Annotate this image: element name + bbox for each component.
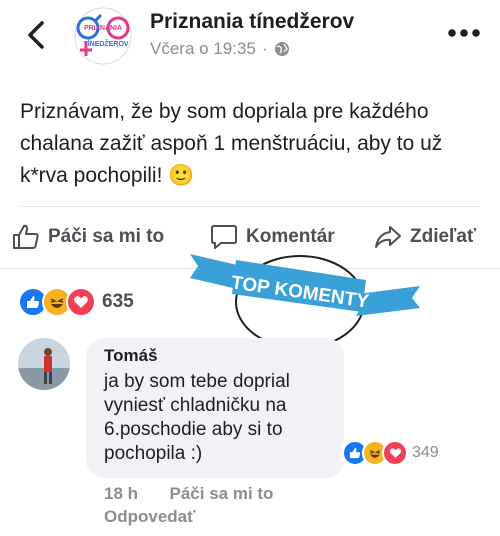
comment-love-reaction-icon	[382, 440, 408, 466]
comment-time: 18 h	[104, 484, 139, 503]
globe-icon	[274, 42, 289, 56]
comment-reply-link[interactable]: Odpovedať	[104, 507, 195, 527]
comment-reaction-count: 349	[412, 444, 439, 461]
comment-text: ja by som tebe doprial vyniesť chladničk…	[104, 371, 290, 464]
more-options-icon[interactable]	[444, 26, 484, 40]
post-meta: Včera o 19:35 ·	[150, 39, 290, 59]
meta-dot: ·	[261, 39, 268, 58]
page-logo-text-bottom: TÍNEDŽEROV	[83, 39, 128, 48]
post-text: Priznávam, že by som dopriala pre každéh…	[20, 100, 443, 187]
page-logo-text-top: PRIZNANIA	[84, 25, 122, 32]
commenter-avatar[interactable]	[18, 338, 70, 390]
reactions-count: 635	[102, 291, 134, 312]
like-action-label: Páči sa mi to	[48, 226, 165, 247]
love-reaction-icon	[66, 287, 96, 317]
like-action-button[interactable]: Páči sa mi to	[12, 224, 164, 250]
comment-author[interactable]: Tomáš	[104, 346, 158, 366]
back-icon[interactable]	[22, 18, 52, 52]
thumbs-up-icon	[13, 224, 39, 249]
comment-reactions[interactable]: 349	[340, 438, 445, 468]
page-avatar[interactable]: PRIZNANIA TÍNEDŽEROV	[68, 6, 138, 66]
page-name[interactable]: Priznania tínedžerov	[150, 10, 354, 34]
divider	[20, 206, 480, 207]
comment-meta: 18 h Páči sa mi to	[104, 484, 273, 504]
post-time[interactable]: Včera o 19:35	[150, 39, 256, 59]
reactions-summary[interactable]: 635	[18, 287, 134, 317]
comment-like-link[interactable]: Páči sa mi to	[170, 484, 274, 503]
